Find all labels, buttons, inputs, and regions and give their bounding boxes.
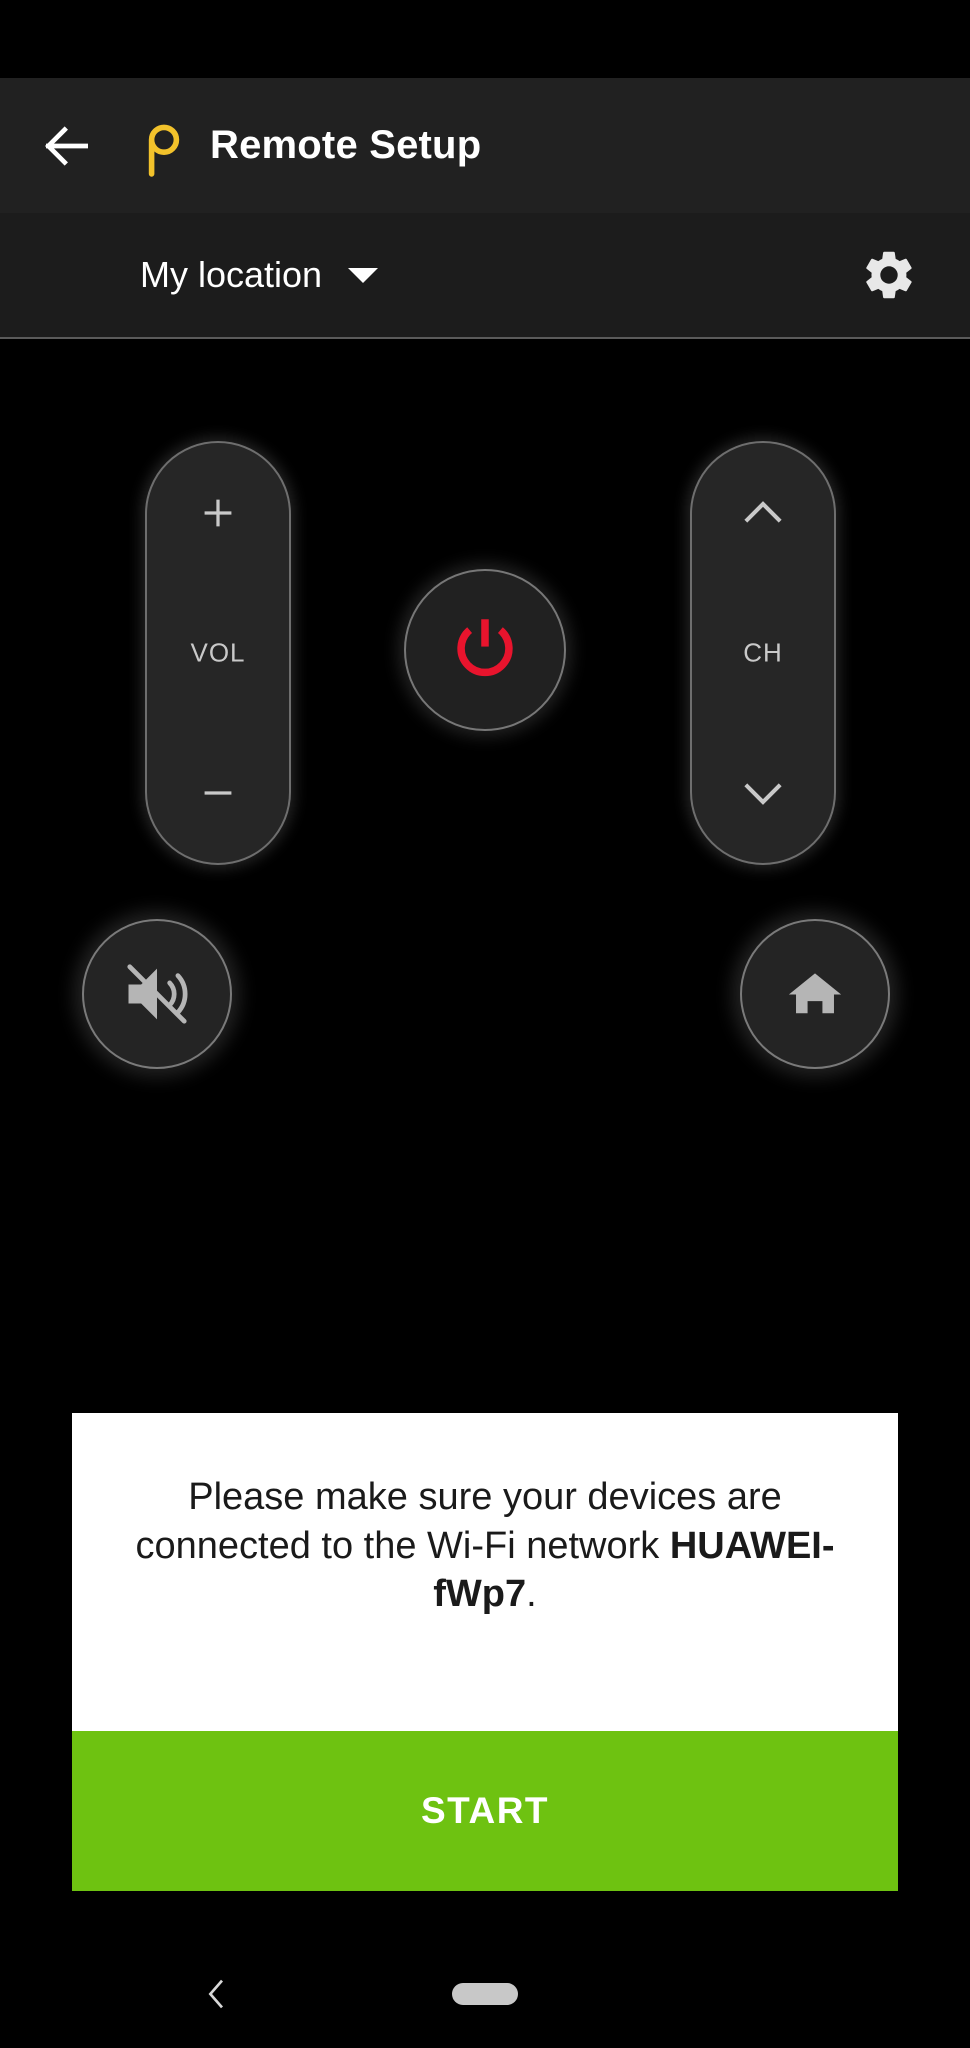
remote-control-panel: VOL CH [0, 341, 970, 1401]
start-button[interactable]: START [72, 1731, 898, 1891]
volume-down-button[interactable] [147, 723, 289, 863]
nav-back-button[interactable] [185, 1962, 249, 2026]
channel-up-button[interactable] [692, 443, 834, 583]
volume-control[interactable]: VOL [145, 441, 291, 865]
channel-label: CH [743, 637, 783, 668]
minus-icon [204, 791, 232, 795]
chevron-up-icon [744, 501, 782, 523]
plus-icon [204, 499, 232, 527]
power-icon [457, 619, 513, 677]
peel-p-logo-icon [140, 115, 188, 177]
arrow-left-icon [45, 125, 88, 166]
nav-home-pill-icon[interactable] [452, 1983, 518, 2005]
title-bar: Remote Setup [0, 78, 970, 213]
power-button[interactable] [404, 569, 566, 731]
nav-back-chevron-icon [208, 1979, 224, 2009]
settings-button[interactable] [854, 240, 924, 310]
volume-up-button[interactable] [147, 443, 289, 583]
page-title: Remote Setup [210, 123, 482, 167]
dialog-message: Please make sure your devices are connec… [72, 1413, 898, 1731]
app-screen: Remote Setup My location VOL CH Please m… [0, 0, 970, 2048]
gear-icon [866, 251, 912, 299]
back-button[interactable] [12, 91, 122, 201]
home-button[interactable] [740, 919, 890, 1069]
location-bar: My location [0, 213, 970, 339]
volume-label: VOL [190, 637, 246, 668]
home-icon [788, 973, 842, 1014]
status-bar [0, 0, 970, 78]
system-navigation-bar [0, 1940, 970, 2048]
volume-mute-icon [127, 964, 188, 1024]
channel-down-button[interactable] [692, 723, 834, 863]
wifi-setup-dialog: Please make sure your devices are connec… [72, 1413, 898, 1891]
dialog-message-suffix: . [526, 1573, 537, 1616]
chevron-down-icon [744, 783, 782, 805]
channel-control[interactable]: CH [690, 441, 836, 865]
location-dropdown[interactable]: My location [140, 254, 379, 296]
mute-button[interactable] [82, 919, 232, 1069]
caret-down-icon [348, 267, 379, 283]
location-label: My location [140, 254, 323, 295]
